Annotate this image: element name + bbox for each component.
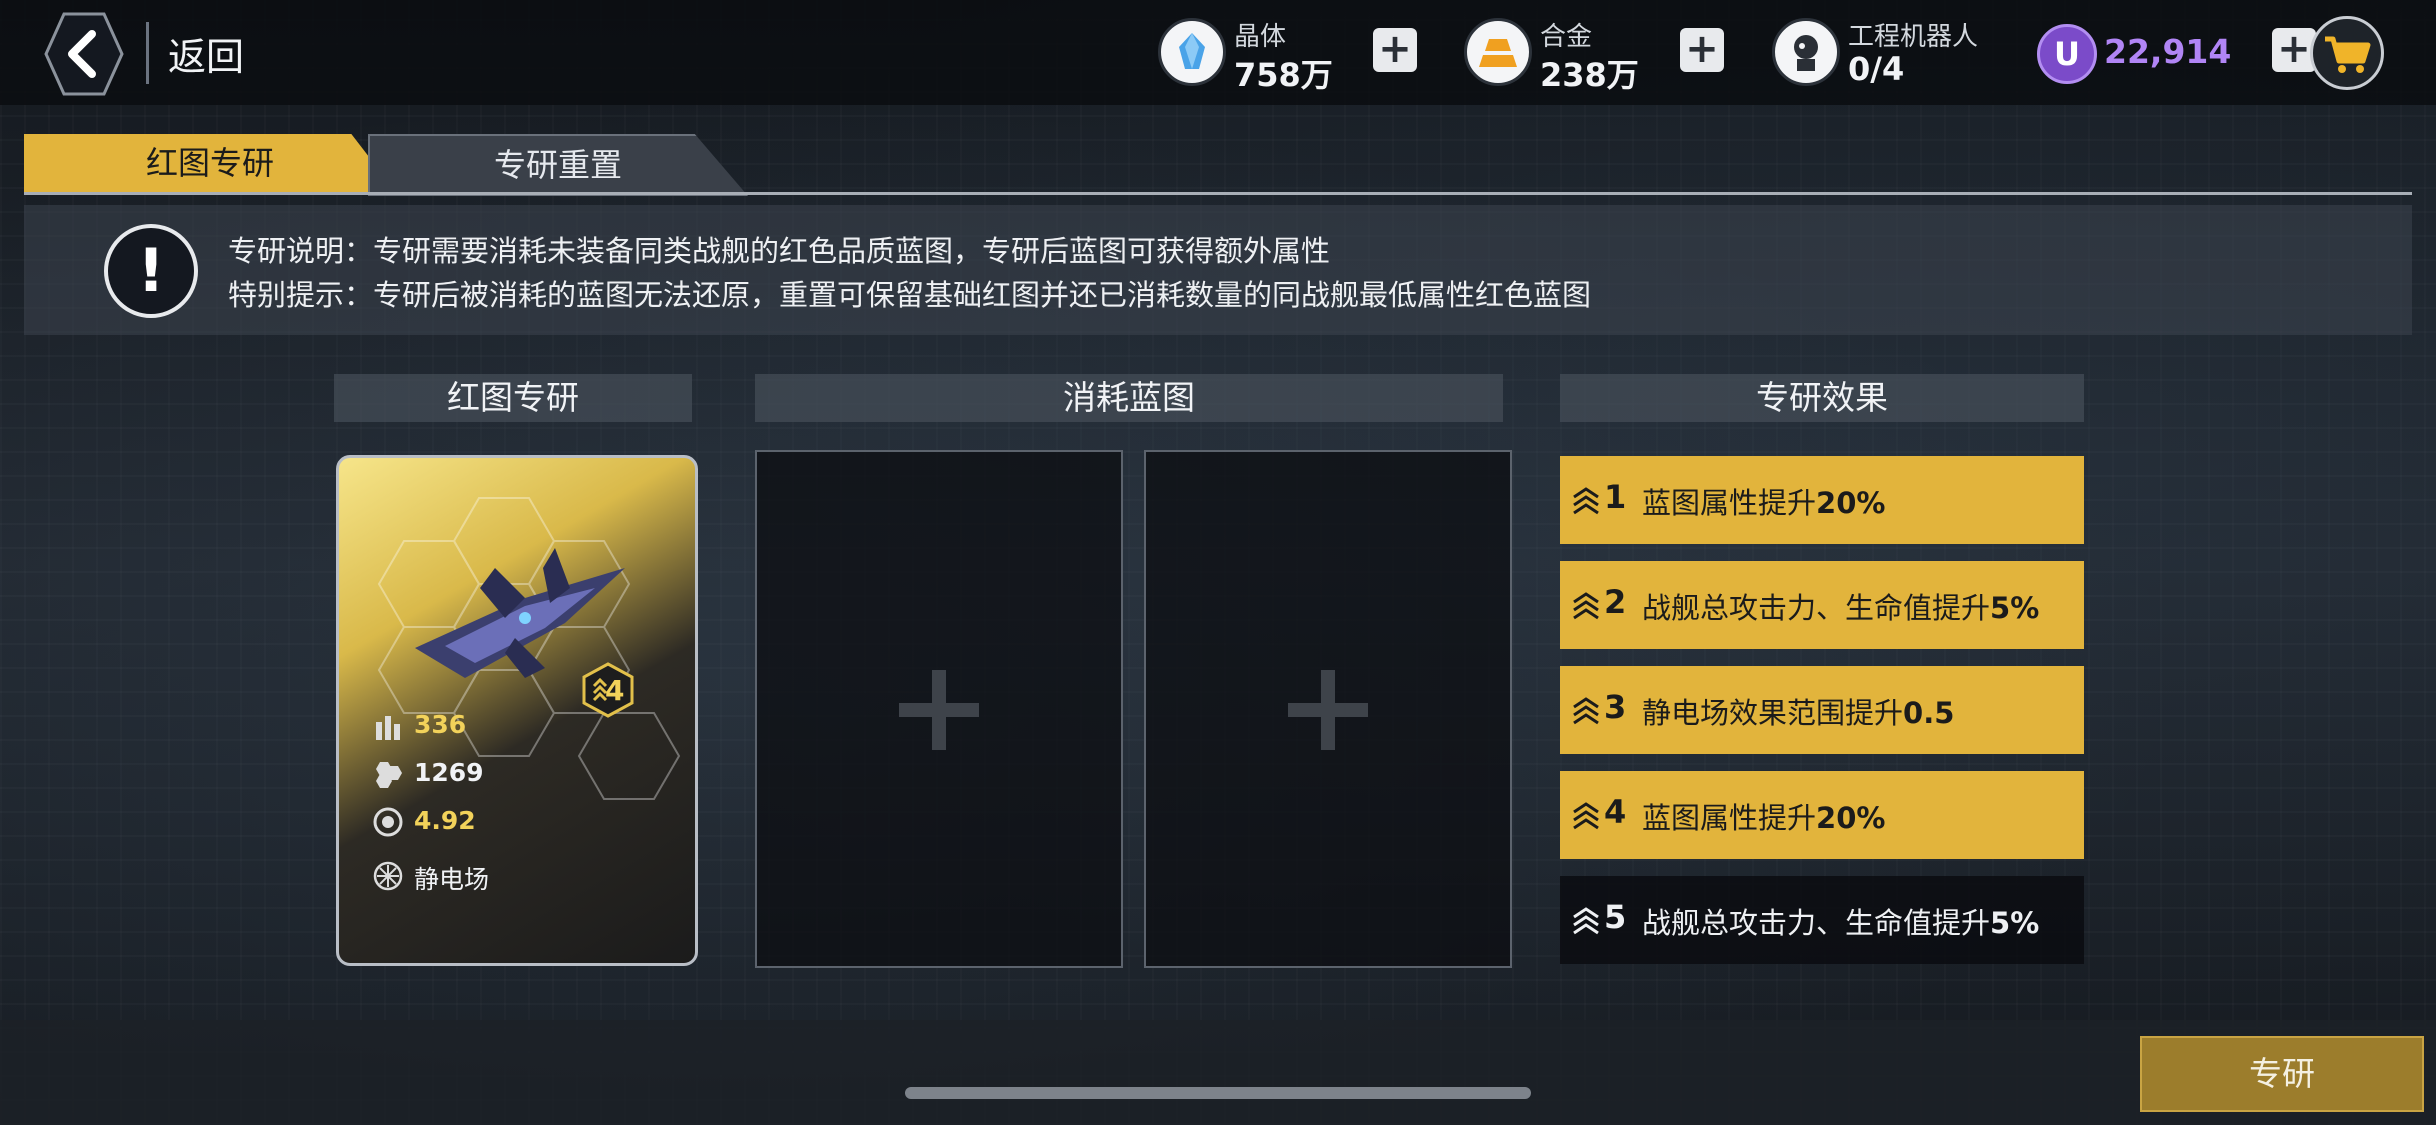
card-level: 4 — [605, 674, 625, 707]
stat-value: 1269 — [414, 758, 484, 787]
rank-chevron-icon — [1573, 592, 1599, 620]
effect-text: 蓝图属性提升20% — [1642, 801, 1886, 835]
back-button[interactable] — [44, 12, 124, 96]
effect-row-5: 5 战舰总攻击力、生命值提升5% — [1560, 876, 2084, 964]
add-icon — [899, 670, 979, 750]
effect-value: 0.5 — [1903, 696, 1955, 730]
hp-icon — [376, 762, 402, 788]
effect-level: 2 — [1604, 583, 1627, 621]
back-label: 返回 — [168, 35, 245, 79]
rank-chevron-icon — [1573, 802, 1599, 830]
tab-research-reset[interactable]: 专研重置 — [368, 134, 748, 196]
effect-row-2: 2 战舰总攻击力、生命值提升5% — [1560, 561, 2084, 649]
divider — [146, 22, 149, 84]
research-button[interactable]: 专研 — [2140, 1036, 2424, 1112]
notice-warning: 特别提示：专研后被消耗的蓝图无法还原，重置可保留基础红图并还已消耗数量的同战舰最… — [228, 278, 1592, 312]
effect-row-1: 1 蓝图属性提升20% — [1560, 456, 2084, 544]
effect-level: 1 — [1604, 478, 1627, 516]
robot-icon — [1772, 18, 1840, 86]
premium-currency-value: 22,914 — [2104, 32, 2232, 71]
speed-icon — [373, 807, 403, 837]
premium-currency-icon: U — [2037, 24, 2097, 84]
alert-icon: ! — [104, 224, 198, 318]
stat-value: 静电场 — [414, 865, 490, 894]
resource-value: 0/4 — [1848, 50, 1905, 88]
add-icon — [1288, 670, 1368, 750]
effect-row-3: 3 静电场效果范围提升0.5 — [1560, 666, 2084, 754]
consume-slot-2[interactable] — [1144, 450, 1512, 968]
effect-text: 蓝图属性提升20% — [1642, 486, 1886, 520]
resource-name: 工程机器人 — [1848, 22, 1979, 52]
bottom-bar — [0, 1020, 2436, 1125]
resource-name: 晶体 — [1234, 22, 1287, 52]
crystal-icon — [1158, 18, 1226, 86]
section-header-blueprint: 红图专研 — [334, 374, 692, 422]
add-crystal-button[interactable]: + — [1373, 28, 1417, 72]
notice-panel — [24, 205, 2412, 335]
effect-level: 3 — [1604, 688, 1627, 726]
back-arrow-icon — [44, 12, 124, 96]
stat-value: 4.92 — [414, 806, 476, 835]
effect-value: 5% — [1990, 906, 2040, 940]
effect-text: 静电场效果范围提升0.5 — [1642, 696, 1955, 730]
ammo-icon — [376, 716, 400, 740]
add-alloy-button[interactable]: + — [1680, 28, 1724, 72]
home-indicator[interactable] — [905, 1087, 1531, 1099]
effect-value: 5% — [1990, 591, 2040, 625]
effect-row-4: 4 蓝图属性提升20% — [1560, 771, 2084, 859]
section-header-effects: 专研效果 — [1560, 374, 2084, 422]
effect-value: 20% — [1816, 486, 1886, 520]
cart-icon — [2325, 36, 2371, 73]
section-header-consume: 消耗蓝图 — [755, 374, 1503, 422]
resource-alloy: 合金 238万 — [1464, 12, 1664, 96]
effect-value: 20% — [1816, 801, 1886, 835]
static-field-icon — [373, 861, 403, 891]
resource-value: 758万 — [1234, 56, 1333, 94]
resource-value: 238万 — [1540, 56, 1639, 94]
rank-chevron-icon — [1573, 487, 1599, 515]
effect-level: 5 — [1604, 898, 1627, 936]
rank-chevron-icon — [1573, 697, 1599, 725]
effect-text: 战舰总攻击力、生命值提升5% — [1642, 591, 2040, 625]
notice-description: 专研说明：专研需要消耗未装备同类战舰的红色品质蓝图，专研后蓝图可获得额外属性 — [228, 234, 1331, 268]
rank-chevron-icon — [1573, 907, 1599, 935]
resource-crystal: 晶体 758万 — [1158, 12, 1358, 96]
consume-slot-1[interactable] — [755, 450, 1123, 968]
effect-level: 4 — [1604, 793, 1627, 831]
effect-text: 战舰总攻击力、生命值提升5% — [1642, 906, 2040, 940]
resource-name: 合金 — [1540, 22, 1593, 52]
shop-cart-button[interactable] — [2310, 16, 2384, 90]
resource-robot: 工程机器人 0/4 — [1772, 12, 2012, 96]
alloy-icon — [1464, 18, 1532, 86]
tab-blueprint-research[interactable]: 红图专研 — [24, 134, 396, 192]
stat-value: 336 — [414, 710, 467, 739]
tab-underline — [24, 192, 2412, 195]
